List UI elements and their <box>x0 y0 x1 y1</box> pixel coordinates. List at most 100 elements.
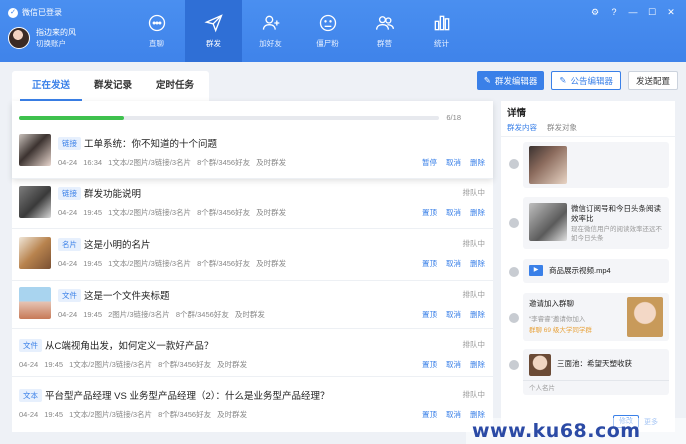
pin-button[interactable]: 置顶 <box>422 409 437 420</box>
item-thumbnail <box>19 237 51 269</box>
item-actions: 置顶 取消 删除 <box>422 309 485 320</box>
pin-button[interactable]: 置顶 <box>422 207 437 218</box>
image-card[interactable] <box>523 142 669 188</box>
send-config-button[interactable]: 发送配置 <box>627 71 678 90</box>
queue-item[interactable]: 文件 从C端视角出发，如何定义一款好产品？ 04-24 19:45 1文本/2图… <box>12 329 493 377</box>
send-progress-bar <box>19 116 439 120</box>
tab-send-content[interactable]: 群发内容 <box>507 122 537 137</box>
nav-group-label: 群营 <box>377 39 392 48</box>
group-icon <box>375 16 394 30</box>
detail-tabs: 群发内容 群发对象 <box>507 122 577 137</box>
queue-status: 排队中 <box>462 390 486 399</box>
queue-item[interactable]: 名片 这是小明的名片 04-24 19:45 1文本/2图片/3链接/3名片 8… <box>12 229 493 281</box>
delete-button[interactable]: 删除 <box>470 207 485 218</box>
item-tag: 文件 <box>19 339 42 352</box>
cancel-button[interactable]: 取消 <box>446 359 461 370</box>
add-friend-icon <box>262 15 279 30</box>
queue-item[interactable]: 文件 这是一个文件夹标题 04-24 19:45 2图片/3链接/3名片 8个群… <box>12 281 493 329</box>
contact-name: 三面池：希望天塑收获 <box>557 359 632 368</box>
group-invite-card[interactable]: 邀请加入群聊 “李睿睿”邀请你加入 群聊 69 级大学同学群 <box>523 293 669 341</box>
item-tag: 名片 <box>58 238 81 251</box>
tab-sending[interactable]: 正在发送 <box>20 71 83 101</box>
current-send-item[interactable]: 6/18 链接 工单系统：你不知道的十个问题 04-24 16:34 1文本/2… <box>12 101 493 179</box>
send-list: 6/18 链接 工单系统：你不知道的十个问题 04-24 16:34 1文本/2… <box>12 101 493 432</box>
tab-scheduled[interactable]: 定时任务 <box>144 71 206 101</box>
invite-group: 群聊 69 级大学同学群 <box>529 327 592 334</box>
nav-mass-send-label: 群发 <box>206 39 221 48</box>
pause-button[interactable]: 暂停 <box>422 157 437 168</box>
item-title: 这是小明的名片 <box>84 240 151 251</box>
queue-item[interactable]: 文本 平台型产品经理 VS 业务型产品经理（2）：什么是业务型产品经理？ 04-… <box>12 377 493 432</box>
nav-stats[interactable]: 统计 <box>413 0 470 62</box>
help-icon[interactable]: ? <box>609 7 619 17</box>
pin-button[interactable]: 置顶 <box>422 309 437 320</box>
contact-avatar <box>529 354 551 376</box>
delete-button[interactable]: 删除 <box>470 359 485 370</box>
contact-label: 个人名片 <box>529 385 555 392</box>
cancel-button[interactable]: 取消 <box>446 258 461 269</box>
item-tag: 文本 <box>19 389 42 402</box>
link-card[interactable]: 微信订阅号和今日头条阅读效率比 现在微信用户的阅读效率还远不如今日头条 <box>523 197 669 249</box>
pin-button[interactable]: 置顶 <box>422 359 437 370</box>
avatar[interactable] <box>8 27 30 49</box>
close-icon[interactable]: ✕ <box>666 7 676 17</box>
bullet-dot <box>509 159 519 169</box>
tab-send-target[interactable]: 群发对象 <box>547 122 577 137</box>
item-title: 从C端视角出发，如何定义一款好产品？ <box>45 341 214 352</box>
item-meta: 04-24 19:45 1文本/2图片/3链接/3名片 8个群/3456好友 及… <box>19 410 248 419</box>
user-name: 指边来的风 <box>36 28 76 37</box>
item-actions: 置顶 取消 删除 <box>422 258 485 269</box>
nav-zombie-label: 僵尸粉 <box>316 39 339 48</box>
nav-chat[interactable]: 直聊 <box>128 0 185 62</box>
notice-edit-icon: ✎ <box>559 75 567 85</box>
queue-item[interactable]: 链接 群发功能说明 04-24 19:45 1文本/2图片/3链接/3名片 8个… <box>12 179 493 229</box>
contact-card[interactable]: 三面池：希望天塑收获 个人名片 <box>523 349 669 395</box>
detail-panel: 详情 群发内容 群发对象 微信订阅号和今日头条阅读效率比 现在微信用户的阅读效率… <box>501 101 675 432</box>
minimize-icon[interactable]: — <box>628 7 638 17</box>
tab-records[interactable]: 群发记录 <box>82 71 144 101</box>
send-progress-fill <box>19 116 124 120</box>
invite-avatar <box>627 297 663 337</box>
queue-status: 排队中 <box>462 188 486 197</box>
mass-editor-button[interactable]: ✎ 群发编辑器 <box>476 71 545 90</box>
invite-title: 邀请加入群聊 <box>529 299 574 308</box>
delete-button[interactable]: 删除 <box>470 258 485 269</box>
nav-mass-send[interactable]: 群发 <box>185 0 242 62</box>
video-filename: 商品展示视频.mp4 <box>549 266 611 275</box>
notice-editor-label: 公告编辑器 <box>570 75 613 86</box>
queue-status: 排队中 <box>462 239 486 248</box>
item-thumbnail <box>19 287 51 319</box>
nav-group[interactable]: 群营 <box>356 0 413 62</box>
item-actions: 置顶 取消 删除 <box>422 207 485 218</box>
nav-add-friend[interactable]: 加好友 <box>242 0 299 62</box>
maximize-icon[interactable]: ☐ <box>647 7 657 17</box>
item-thumbnail <box>19 134 51 166</box>
item-tag: 链接 <box>58 187 81 200</box>
item-actions: 暂停 取消 删除 <box>422 157 485 168</box>
item-meta: 04-24 19:45 1文本/2图片/3链接/3名片 8个群/3456好友 及… <box>58 259 287 268</box>
mass-editor-label: 群发编辑器 <box>494 75 538 86</box>
delete-button[interactable]: 删除 <box>470 309 485 320</box>
notice-editor-button[interactable]: ✎ 公告编辑器 <box>551 71 621 90</box>
item-actions: 置顶 取消 删除 <box>422 359 485 370</box>
settings-icon[interactable]: ⚙ <box>590 7 600 17</box>
delete-button[interactable]: 删除 <box>470 157 485 168</box>
cancel-button[interactable]: 取消 <box>446 409 461 420</box>
cancel-button[interactable]: 取消 <box>446 309 461 320</box>
cancel-button[interactable]: 取消 <box>446 157 461 168</box>
item-meta: 04-24 19:45 1文本/2图片/3链接/3名片 8个群/3456好友 及… <box>19 360 248 369</box>
header-actions: ✎ 群发编辑器 ✎ 公告编辑器 发送配置 <box>476 71 678 90</box>
zombie-icon <box>319 14 336 32</box>
cancel-button[interactable]: 取消 <box>446 207 461 218</box>
detail-title: 详情 <box>507 108 527 119</box>
window-controls: ⚙ ? — ☐ ✕ <box>590 7 676 18</box>
video-card[interactable]: ▶ 商品展示视频.mp4 <box>523 259 669 283</box>
switch-account-link[interactable]: 切换账户 <box>36 38 76 49</box>
user-profile[interactable]: 指边来的风 切换账户 <box>8 27 76 49</box>
send-tabs: 正在发送 群发记录 定时任务 <box>12 71 209 101</box>
pin-button[interactable]: 置顶 <box>422 258 437 269</box>
nav-stats-label: 统计 <box>434 39 449 48</box>
main-nav: 直聊 群发 加好友 僵尸粉 群营 统计 <box>128 0 470 62</box>
edit-icon: ✎ <box>483 75 491 85</box>
nav-zombie[interactable]: 僵尸粉 <box>299 0 356 62</box>
